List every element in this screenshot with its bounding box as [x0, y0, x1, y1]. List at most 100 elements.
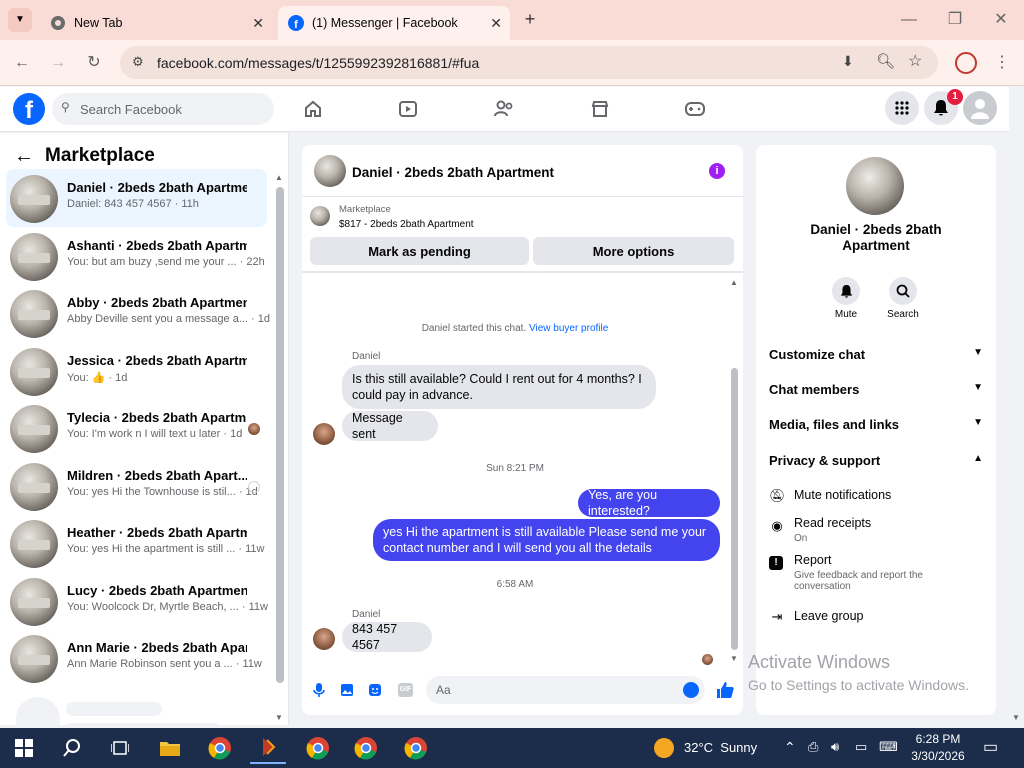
message-bubble-outgoing[interactable]: Yes, are you interested? [578, 488, 720, 518]
chat-members-section[interactable]: Chat members ▼ [769, 382, 983, 397]
media-files-links-section[interactable]: Media, files and links ▼ [769, 417, 983, 432]
menu-grid-icon[interactable] [885, 91, 919, 125]
minimize-icon[interactable]: — [897, 8, 921, 32]
mute-button[interactable] [832, 277, 860, 305]
view-buyer-profile-link[interactable]: View buyer profile [529, 323, 608, 334]
windows-start-icon[interactable] [6, 732, 42, 764]
back-arrow-icon[interactable]: ← [14, 145, 34, 168]
account-avatar[interactable] [963, 91, 997, 125]
voice-clip-icon[interactable] [312, 682, 326, 698]
message-bubble[interactable]: Is this still available? Could I rent ou… [342, 365, 656, 409]
tab-search-button[interactable]: ▼ [8, 8, 32, 32]
address-bar[interactable]: ⚙ facebook.com/messages/t/12559923928168… [120, 46, 938, 79]
back-icon[interactable]: ← [11, 52, 33, 74]
scroll-up-arrow-icon[interactable]: ▲ [730, 278, 738, 287]
report-item[interactable]: Report Give feedback and report the conve… [794, 553, 964, 592]
scroll-down-arrow-icon[interactable]: ▼ [275, 713, 283, 722]
forward-icon[interactable]: → [47, 52, 69, 74]
conversation-item[interactable]: Mildren · 2beds 2bath Apart... You: yes H… [6, 457, 267, 515]
conversation-item[interactable]: Lucy · 2beds 2bath Apartment You: Woolcoc… [6, 572, 268, 630]
chrome-taskbar-icon[interactable] [348, 732, 384, 764]
sidebar-scrollbar[interactable]: ▲ ▼ [275, 173, 285, 722]
read-receipts-item[interactable]: Read receipts On [794, 516, 871, 544]
weather-text[interactable]: 32°C Sunny [684, 740, 757, 755]
close-tab-icon[interactable]: ✕ [252, 15, 264, 32]
listing-thumbnail[interactable] [310, 206, 330, 226]
message-input[interactable]: Aa [426, 676, 705, 704]
zoom-icon[interactable]: 🔍︎ [876, 52, 895, 70]
conversation-item[interactable]: Heather · 2beds 2bath Apartment You: yes … [6, 514, 267, 572]
friends-icon[interactable] [489, 95, 519, 123]
conversation-item[interactable]: Jessica · 2beds 2bath Apartment You: 👍 · … [6, 342, 267, 400]
listing-title[interactable]: $817 - 2beds 2bath Apartment [339, 219, 474, 230]
chrome-taskbar-icon[interactable] [300, 732, 336, 764]
emoji-icon[interactable] [683, 682, 699, 698]
close-tab-icon[interactable]: ✕ [490, 15, 502, 32]
search-icon[interactable] [54, 732, 90, 764]
chrome-taskbar-icon[interactable] [398, 732, 434, 764]
thumbs-up-icon[interactable] [715, 680, 735, 700]
chat-title[interactable]: Daniel · 2beds 2bath Apartment [352, 165, 554, 180]
chat-scrollbar[interactable]: ▲ ▼ [730, 278, 740, 664]
leave-group-item[interactable]: Leave group [794, 609, 864, 623]
sender-avatar[interactable] [313, 628, 335, 650]
active-app-icon[interactable] [250, 732, 286, 764]
chat-header-avatar[interactable] [314, 155, 346, 187]
file-explorer-icon[interactable] [152, 732, 188, 764]
new-tab-button[interactable]: + [520, 9, 540, 29]
scroll-down-arrow-icon[interactable]: ▼ [730, 654, 738, 663]
conversation-item[interactable]: Ashanti · 2beds 2bath Apartment You: but … [6, 227, 267, 285]
privacy-support-section[interactable]: Privacy & support ▲ [769, 453, 983, 468]
sender-avatar[interactable] [313, 423, 335, 445]
customize-chat-section[interactable]: Customize chat ▼ [769, 347, 983, 362]
wifi-icon[interactable]: ▭ [855, 739, 867, 755]
install-app-icon[interactable]: ⬇ [842, 53, 854, 70]
message-bubble[interactable]: 843 457 4567 [342, 622, 432, 652]
mute-notifications-item[interactable]: Mute notifications [794, 488, 891, 502]
weather-sun-icon[interactable] [654, 738, 674, 758]
gif-icon[interactable]: GIF [398, 683, 413, 697]
facebook-search-input[interactable]: ⚲ Search Facebook [52, 93, 274, 125]
message-bubble[interactable]: Message sent [342, 411, 438, 441]
details-avatar[interactable] [846, 157, 904, 215]
facebook-logo[interactable]: f [13, 93, 45, 125]
more-options-button[interactable]: More options [533, 237, 734, 265]
clock-date[interactable]: 3/30/2026 [909, 749, 967, 763]
photo-icon[interactable] [340, 683, 354, 697]
page-scroll-down-arrow-icon[interactable]: ▼ [1012, 713, 1020, 722]
conversation-item[interactable]: Ann Marie · 2beds 2bath Apart... Ann Mari… [6, 629, 267, 687]
conversation-info-icon[interactable]: i [709, 163, 725, 179]
chrome-taskbar-icon[interactable] [202, 732, 238, 764]
clock-time[interactable]: 6:28 PM [913, 732, 963, 746]
sticker-icon[interactable] [368, 683, 382, 697]
close-window-icon[interactable]: ✕ [989, 8, 1013, 32]
video-icon[interactable] [393, 95, 423, 123]
conversation-item[interactable]: Abby · 2beds 2bath Apartment Abby Deville… [6, 284, 270, 342]
site-info-icon[interactable]: ⚙ [132, 54, 144, 70]
chat-scroll-thumb[interactable] [731, 368, 738, 650]
conversation-item[interactable]: Daniel · 2beds 2bath Apartment Daniel: 84… [6, 169, 267, 227]
reload-icon[interactable]: ↻ [83, 52, 105, 74]
tab-new-tab[interactable]: New Tab ✕ [40, 6, 272, 40]
message-bubble-outgoing[interactable]: yes Hi the apartment is still available … [373, 519, 720, 561]
menu-kebab-icon[interactable]: ⋮ [991, 52, 1013, 74]
conversation-item[interactable]: Tylecia · 2beds 2bath Apartm... You: I'm … [6, 399, 267, 457]
keyboard-icon[interactable]: ⌨ [879, 739, 898, 755]
search-in-chat-button[interactable] [889, 277, 917, 305]
task-view-icon[interactable] [102, 732, 138, 764]
show-hidden-icons-icon[interactable]: ⌃ [784, 739, 796, 756]
notification-center-icon[interactable]: ▭ [983, 737, 998, 757]
profile-icon[interactable] [955, 52, 977, 74]
restore-icon[interactable]: ❐ [943, 8, 967, 32]
gaming-icon[interactable] [680, 95, 710, 123]
bookmark-star-icon[interactable]: ☆ [908, 51, 922, 71]
timestamp: Sun 8:21 PM [486, 463, 544, 474]
scroll-up-arrow-icon[interactable]: ▲ [275, 173, 283, 182]
tab-messenger[interactable]: f (1) Messenger | Facebook ✕ [278, 6, 510, 40]
sidebar-scroll-thumb[interactable] [276, 187, 284, 683]
volume-icon[interactable]: 🔊︎ [831, 739, 839, 755]
mark-as-pending-button[interactable]: Mark as pending [310, 237, 529, 265]
network-icon[interactable]: ⎙ [808, 739, 818, 755]
home-icon[interactable] [298, 95, 328, 123]
marketplace-icon[interactable] [585, 95, 615, 123]
